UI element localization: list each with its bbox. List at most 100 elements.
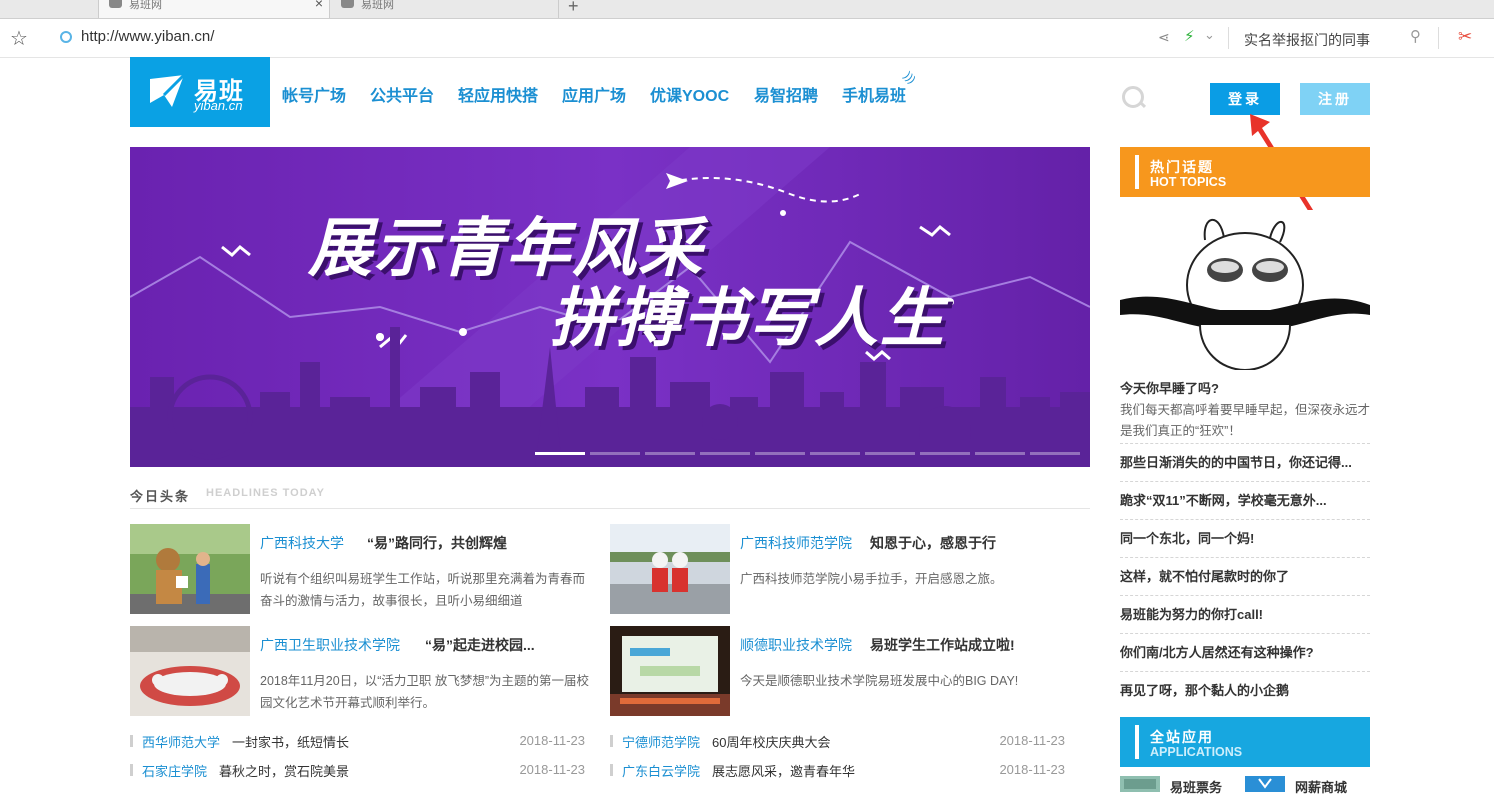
tab-favicon-icon bbox=[341, 0, 354, 8]
carousel-dot[interactable] bbox=[700, 452, 750, 455]
nav-app-square[interactable]: 应用广场 bbox=[562, 82, 626, 106]
news-item[interactable]: 顺德职业技术学院 易班学生工作站成立啦! 今天是顺德职业技术学院易班发展中心的B… bbox=[610, 626, 1080, 718]
news-thumbnail[interactable] bbox=[610, 524, 730, 614]
carousel-dot[interactable] bbox=[755, 452, 805, 455]
new-tab-button[interactable]: + bbox=[568, 0, 579, 17]
hero-banner[interactable]: 展示青年风采 拼搏书写人生 bbox=[130, 147, 1090, 467]
news-thumbnail[interactable] bbox=[610, 626, 730, 716]
news-title[interactable]: “易”路同行，共创辉煌 bbox=[367, 533, 507, 553]
carousel-dot[interactable] bbox=[590, 452, 640, 455]
news-thumbnail[interactable] bbox=[130, 524, 250, 614]
nav-account-square[interactable]: 帐号广场 bbox=[282, 82, 346, 106]
nav-yooc[interactable]: 优课YOOC bbox=[650, 82, 729, 106]
carousel-dot[interactable] bbox=[535, 452, 585, 455]
brief-item[interactable]: 广东白云学院 展志愿风采，邀青春年华 2018-11-23 bbox=[610, 761, 1080, 781]
site-logo[interactable]: 易班 yiban.cn bbox=[130, 57, 270, 127]
topic-item[interactable]: 再见了呀，那个黏人的小企鹅 bbox=[1120, 671, 1370, 709]
brief-item[interactable]: 西华师范大学 一封家书，纸短情长 2018-11-23 bbox=[130, 732, 600, 752]
hot-topics-title: 热门话题 bbox=[1150, 159, 1214, 175]
carousel-indicators bbox=[535, 452, 1085, 456]
featured-topic-title[interactable]: 今天你早睡了吗? bbox=[1120, 378, 1219, 397]
news-school[interactable]: 广西科技大学 bbox=[260, 533, 344, 553]
section-subtitle: HEADLINES TODAY bbox=[206, 487, 325, 499]
news-school[interactable]: 广西科技师范学院 bbox=[740, 533, 852, 553]
brief-date: 2018-11-23 bbox=[999, 733, 1065, 748]
tab-title: 易班网 bbox=[129, 0, 162, 11]
brief-date: 2018-11-23 bbox=[999, 762, 1065, 777]
nav-light-app[interactable]: 轻应用快搭 bbox=[458, 82, 538, 106]
bookmark-star-icon[interactable]: ☆ bbox=[10, 26, 28, 51]
brief-text[interactable]: 一封家书，纸短情长 bbox=[232, 732, 349, 751]
brief-school[interactable]: 西华师范大学 bbox=[142, 732, 220, 751]
tab-favicon-icon bbox=[109, 0, 122, 8]
brief-bullet bbox=[130, 764, 133, 776]
app-label: 易班票务 bbox=[1170, 780, 1223, 795]
register-button[interactable]: 注册 bbox=[1300, 83, 1370, 115]
chevron-down-icon[interactable]: ⌄ bbox=[1204, 27, 1215, 43]
brief-date: 2018-11-23 bbox=[519, 733, 585, 748]
divider bbox=[1228, 27, 1229, 49]
brief-school[interactable]: 石家庄学院 bbox=[142, 761, 207, 780]
news-item[interactable]: 广西科技师范学院 知恩于心，感恩于行 广西科技师范学院小易手拉手，开启感恩之旅。 bbox=[610, 524, 1080, 616]
news-desc: 2018年11月20日，以“活力卫职 放飞梦想”为主题的第一届校园文化艺术节开幕… bbox=[260, 674, 589, 710]
carousel-dot[interactable] bbox=[920, 452, 970, 455]
topic-item[interactable]: 同一个东北，同一个妈! bbox=[1120, 519, 1370, 557]
browser-tab-inactive[interactable]: 易班网 bbox=[331, 0, 559, 18]
news-title[interactable]: 知恩于心，感恩于行 bbox=[870, 533, 996, 553]
app-label: 网薪商城 bbox=[1295, 780, 1348, 795]
topic-item[interactable]: 那些日渐消失的的中国节日，你还记得... bbox=[1120, 443, 1370, 481]
news-desc: 广西科技师范学院小易手拉手，开启感恩之旅。 bbox=[740, 572, 1003, 586]
carousel-dot[interactable] bbox=[645, 452, 695, 455]
brief-school[interactable]: 广东白云学院 bbox=[622, 761, 700, 780]
featured-topic-desc: 我们每天都高呼着要早睡早起，但深夜永远才是我们真正的“狂欢”！ bbox=[1120, 403, 1371, 438]
site-security-icon[interactable] bbox=[60, 31, 72, 43]
site-search-icon[interactable] bbox=[1122, 86, 1144, 108]
brief-item[interactable]: 宁德师范学院 60周年校庆庆典大会 2018-11-23 bbox=[610, 732, 1080, 752]
login-button[interactable]: 登录 bbox=[1210, 83, 1280, 115]
applications-subtitle: APPLICATIONS bbox=[1150, 745, 1243, 759]
topic-item[interactable]: 你们南/北方人居然还有这种操作? bbox=[1120, 633, 1370, 671]
brief-text[interactable]: 暮秋之时，赏石院美景 bbox=[219, 761, 349, 780]
divider bbox=[130, 508, 1090, 509]
news-desc: 听说有个组织叫易班学生工作站，听说那里充满着为青春而奋斗的激情与活力，故事很长，… bbox=[260, 572, 586, 608]
carousel-dot[interactable] bbox=[975, 452, 1025, 455]
share-icon[interactable]: ⋖ bbox=[1158, 29, 1170, 46]
logo-plane-icon bbox=[150, 73, 186, 107]
news-school[interactable]: 广西卫生职业技术学院 bbox=[260, 635, 400, 655]
carousel-dot[interactable] bbox=[865, 452, 915, 455]
hot-topic-image[interactable] bbox=[1120, 210, 1370, 370]
topic-item[interactable]: 易班能为努力的你打call! bbox=[1120, 595, 1370, 633]
nav-public-platform[interactable]: 公共平台 bbox=[370, 82, 434, 106]
brief-school[interactable]: 宁德师范学院 bbox=[622, 732, 700, 751]
header-stripe bbox=[1135, 725, 1139, 759]
scissors-icon[interactable]: ✂ bbox=[1458, 27, 1472, 47]
nav-recruit[interactable]: 易智招聘 bbox=[754, 82, 818, 106]
topic-item[interactable]: 这样，就不怕付尾款时的你了 bbox=[1120, 557, 1370, 595]
news-title[interactable]: “易”起走进校园... bbox=[425, 635, 535, 655]
news-item[interactable]: 广西科技大学 “易”路同行，共创辉煌 听说有个组织叫易班学生工作站，听说那里充满… bbox=[130, 524, 600, 616]
applications-title: 全站应用 bbox=[1150, 729, 1214, 745]
browser-tab-bar: 易班网 × 易班网 + bbox=[0, 0, 1494, 19]
hot-topics-header: 热门话题 HOT TOPICS bbox=[1120, 147, 1370, 197]
carousel-dot[interactable] bbox=[1030, 452, 1080, 455]
news-item[interactable]: 广西卫生职业技术学院 “易”起走进校园... 2018年11月20日，以“活力卫… bbox=[130, 626, 600, 718]
header-stripe bbox=[1135, 155, 1139, 189]
speed-mode-icon[interactable]: ⚡ bbox=[1184, 27, 1195, 45]
search-icon[interactable]: ⚲ bbox=[1410, 27, 1421, 45]
url-field[interactable]: http://www.yiban.cn/ bbox=[81, 28, 214, 45]
tab-close-icon[interactable]: × bbox=[315, 0, 323, 10]
news-thumbnail[interactable] bbox=[130, 626, 250, 716]
brief-date: 2018-11-23 bbox=[519, 762, 585, 777]
hot-topics-subtitle: HOT TOPICS bbox=[1150, 175, 1227, 189]
applications-header: 全站应用 APPLICATIONS bbox=[1120, 717, 1370, 767]
carousel-dot[interactable] bbox=[810, 452, 860, 455]
nav-mobile[interactable]: 手机易班 bbox=[842, 82, 906, 106]
topic-item[interactable]: 跪求“双11”不断网，学校毫无意外... bbox=[1120, 481, 1370, 519]
brief-item[interactable]: 石家庄学院 暮秋之时，赏石院美景 2018-11-23 bbox=[130, 761, 600, 781]
news-title[interactable]: 易班学生工作站成立啦! bbox=[870, 635, 1015, 655]
search-suggestion[interactable]: 实名举报抠门的同事 bbox=[1244, 30, 1370, 50]
browser-tab-active[interactable]: 易班网 × bbox=[98, 0, 330, 18]
brief-text[interactable]: 展志愿风采，邀青春年华 bbox=[712, 761, 855, 780]
brief-text[interactable]: 60周年校庆庆典大会 bbox=[712, 732, 830, 751]
news-school[interactable]: 顺德职业技术学院 bbox=[740, 635, 852, 655]
